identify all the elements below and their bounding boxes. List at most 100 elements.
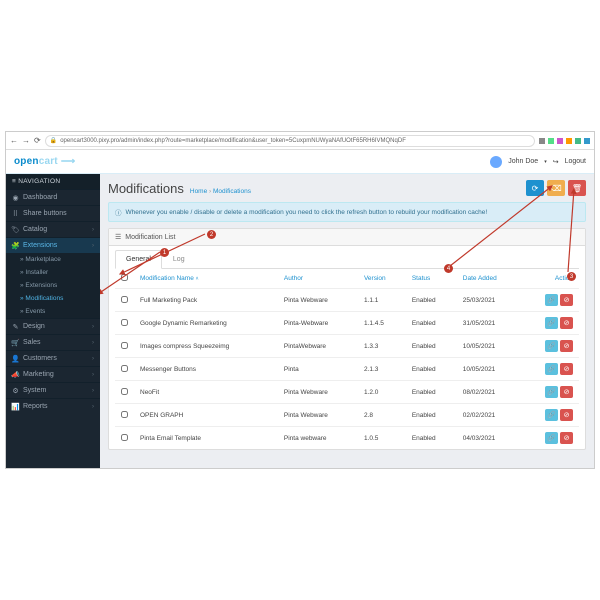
panel-title: Modification List [125, 234, 175, 241]
crumb-current[interactable]: Modifications [213, 188, 251, 195]
cell-name: Full Marketing Pack [134, 289, 278, 312]
sidebar-subitem-extensions[interactable]: » Extensions [6, 279, 100, 292]
sidebar-subitem-marketplace[interactable]: » Marketplace [6, 253, 100, 266]
col-action: Action [522, 269, 579, 289]
row-disable-button[interactable]: ⊘ [560, 317, 573, 329]
cell-version: 1.0.5 [358, 427, 406, 450]
row-link-button[interactable]: 🔗 [545, 363, 558, 375]
row-link-button[interactable]: 🔗 [545, 294, 558, 306]
sidebar-item-extensions[interactable]: 🧩Extensions› [6, 237, 100, 253]
sidebar-item-customers[interactable]: 👤Customers› [6, 350, 100, 366]
cell-name: Messenger Buttons [134, 358, 278, 381]
sidebar-subitem-events[interactable]: » Events [6, 305, 100, 318]
cell-author: Pinta Webware [278, 289, 358, 312]
tab-general[interactable]: General [115, 250, 162, 269]
avatar[interactable] [490, 156, 502, 168]
row-disable-button[interactable]: ⊘ [560, 432, 573, 444]
sidebar-item-dashboard[interactable]: ◉Dashboard [6, 189, 100, 205]
sidebar-item-catalog[interactable]: 🏷Catalog› [6, 221, 100, 237]
lock-icon: 🔒 [50, 137, 57, 144]
row-link-button[interactable]: 🔗 [545, 317, 558, 329]
sidebar-icon: 🛒 [12, 339, 19, 346]
select-all-checkbox[interactable] [121, 274, 128, 281]
row-checkbox[interactable] [121, 411, 128, 418]
user-name[interactable]: John Doe [508, 158, 538, 165]
row-checkbox[interactable] [121, 319, 128, 326]
forward-icon[interactable]: → [22, 136, 30, 145]
browser-chrome: ← → ⟳ 🔒 opencart3000.pixy.pro/admin/inde… [6, 132, 594, 150]
sidebar-subitem-installer[interactable]: » Installer [6, 266, 100, 279]
sidebar-item-sales[interactable]: 🛒Sales› [6, 334, 100, 350]
sidebar-icon: ✎ [12, 323, 19, 330]
table-row: Pinta Email TemplatePinta webware1.0.5En… [115, 427, 579, 450]
cell-name: NeoFit [134, 381, 278, 404]
row-link-button[interactable]: 🔗 [545, 340, 558, 352]
url-bar[interactable]: 🔒 opencart3000.pixy.pro/admin/index.php?… [45, 135, 535, 147]
row-checkbox[interactable] [121, 342, 128, 349]
delete-button[interactable]: 🗑 [568, 180, 586, 196]
sidebar-item-share-buttons[interactable]: ⠿Share buttons [6, 205, 100, 221]
cell-version: 2.8 [358, 404, 406, 427]
modification-list-panel: ☰ Modification List General Log Modifica… [108, 228, 586, 450]
tab-log[interactable]: Log [162, 250, 196, 269]
reload-icon[interactable]: ⟳ [34, 136, 41, 145]
cell-version: 1.1.1 [358, 289, 406, 312]
col-status[interactable]: Status [406, 269, 457, 289]
table-row: Google Dynamic RemarketingPinta-Webware1… [115, 312, 579, 335]
app-window: ← → ⟳ 🔒 opencart3000.pixy.pro/admin/inde… [5, 131, 595, 469]
row-link-button[interactable]: 🔗 [545, 432, 558, 444]
list-icon: ☰ [115, 233, 121, 241]
row-disable-button[interactable]: ⊘ [560, 409, 573, 421]
sidebar: ≡ NAVIGATION ◉Dashboard⠿Share buttons🏷Ca… [6, 174, 100, 468]
row-link-button[interactable]: 🔗 [545, 386, 558, 398]
row-checkbox[interactable] [121, 296, 128, 303]
sidebar-icon: 👤 [12, 355, 19, 362]
sidebar-item-design[interactable]: ✎Design› [6, 318, 100, 334]
sidebar-icon: 📣 [12, 371, 19, 378]
logout-icon: ↪ [553, 158, 559, 166]
row-checkbox[interactable] [121, 388, 128, 395]
clear-button[interactable]: ⌫ [547, 180, 565, 196]
crumb-home[interactable]: Home [190, 188, 207, 195]
col-author[interactable]: Author [278, 269, 358, 289]
table-row: Full Marketing PackPinta Webware1.1.1Ena… [115, 289, 579, 312]
cell-author: Pinta-Webware [278, 312, 358, 335]
row-disable-button[interactable]: ⊘ [560, 386, 573, 398]
sidebar-item-system[interactable]: ⚙System› [6, 382, 100, 398]
row-disable-button[interactable]: ⊘ [560, 340, 573, 352]
row-disable-button[interactable]: ⊘ [560, 294, 573, 306]
col-version[interactable]: Version [358, 269, 406, 289]
brand-logo[interactable]: opencart ⟶ [14, 156, 75, 167]
cell-date: 04/03/2021 [457, 427, 522, 450]
chevron-right-icon: › [92, 388, 94, 394]
col-name[interactable]: Modification Name ˄ [134, 269, 278, 289]
sidebar-icon: ⠿ [12, 210, 19, 217]
sidebar-icon: 📊 [12, 403, 19, 410]
col-date[interactable]: Date Added [457, 269, 522, 289]
cell-date: 10/05/2021 [457, 358, 522, 381]
sidebar-subitem-modifications[interactable]: » Modifications [6, 292, 100, 305]
refresh-button[interactable]: ⟳ [526, 180, 544, 196]
row-checkbox[interactable] [121, 365, 128, 372]
chevron-right-icon: › [92, 340, 94, 346]
cell-version: 2.1.3 [358, 358, 406, 381]
cell-author: Pinta Webware [278, 404, 358, 427]
breadcrumb: Home › Modifications [190, 188, 251, 195]
main-content: 1 2 4 3 Modifications Home › Modificatio… [100, 174, 594, 468]
chevron-right-icon: › [92, 227, 94, 233]
sidebar-item-marketing[interactable]: 📣Marketing› [6, 366, 100, 382]
cell-status: Enabled [406, 381, 457, 404]
table-row: NeoFitPinta Webware1.2.0Enabled08/02/202… [115, 381, 579, 404]
sort-asc-icon: ˄ [196, 276, 199, 282]
cell-author: Pinta webware [278, 427, 358, 450]
extension-icons [539, 138, 590, 144]
row-disable-button[interactable]: ⊘ [560, 363, 573, 375]
logout-link[interactable]: Logout [565, 158, 586, 165]
row-checkbox[interactable] [121, 434, 128, 441]
cell-status: Enabled [406, 427, 457, 450]
sidebar-item-reports[interactable]: 📊Reports› [6, 398, 100, 414]
cell-name: OPEN GRAPH [134, 404, 278, 427]
chevron-right-icon: › [92, 356, 94, 362]
back-icon[interactable]: ← [10, 136, 18, 145]
row-link-button[interactable]: 🔗 [545, 409, 558, 421]
